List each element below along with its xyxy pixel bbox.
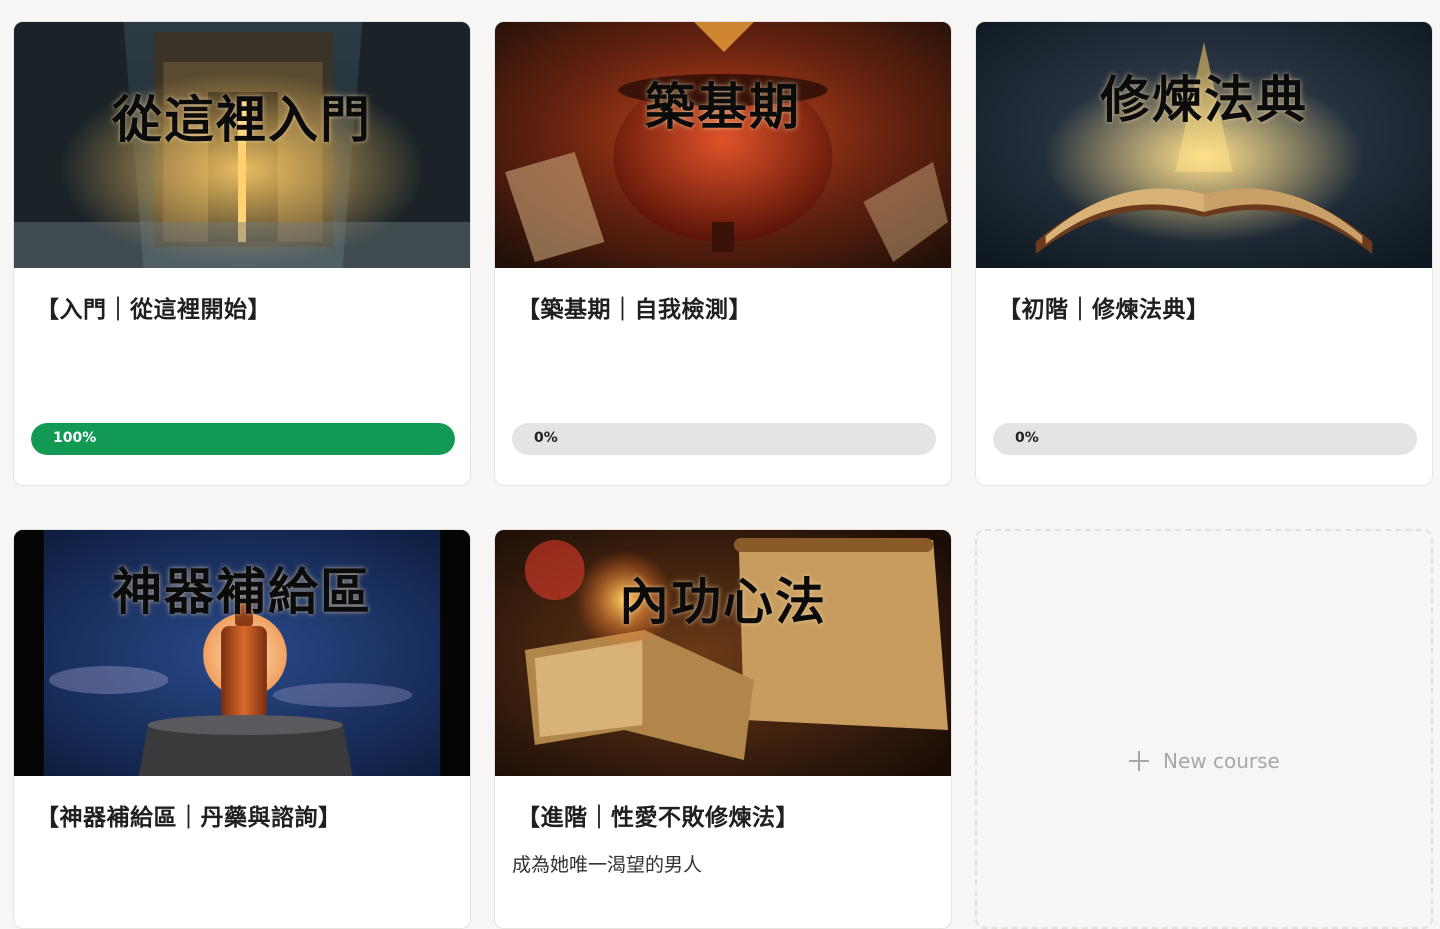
course-grid: 從這裡入門 【入門｜從這裡開始】 100% 築基期 【築基期｜自我檢測】 0% … bbox=[0, 0, 1440, 929]
course-progress-bar: 0% bbox=[993, 423, 1417, 455]
course-card-foundation[interactable]: 築基期 【築基期｜自我檢測】 0% bbox=[494, 21, 952, 486]
course-title[interactable]: 【初階｜修煉法典】 bbox=[998, 290, 1210, 324]
course-subtitle: 成為她唯一渴望的男人 bbox=[512, 854, 703, 876]
course-title[interactable]: 【神器補給區｜丹藥與諮詢】 bbox=[36, 798, 342, 832]
course-title[interactable]: 【入門｜從這裡開始】 bbox=[36, 290, 271, 324]
glowing-book-image: 修煉法典 bbox=[976, 22, 1432, 268]
progress-percent: 100% bbox=[53, 430, 97, 446]
progress-percent: 0% bbox=[534, 430, 558, 446]
course-banner-text: 築基期 bbox=[645, 77, 801, 136]
course-progress-bar: 100% bbox=[31, 423, 455, 455]
new-course-button[interactable]: New course bbox=[975, 529, 1433, 929]
course-card-cultivation-manual[interactable]: 修煉法典 【初階｜修煉法典】 0% bbox=[975, 21, 1433, 486]
temple-gate-image: 從這裡入門 bbox=[14, 22, 470, 268]
potion-bottle-image: 神器補給區 bbox=[14, 530, 470, 776]
flaming-cauldron-image: 築基期 bbox=[495, 22, 951, 268]
course-card-artifact-supply[interactable]: 神器補給區 【神器補給區｜丹藥與諮詢】 bbox=[13, 529, 471, 929]
course-banner-text: 修煉法典 bbox=[1100, 70, 1308, 129]
new-course-content: New course bbox=[1129, 749, 1280, 773]
course-card-intro[interactable]: 從這裡入門 【入門｜從這裡開始】 100% bbox=[13, 21, 471, 486]
course-title[interactable]: 【進階｜性愛不敗修煉法】 bbox=[517, 798, 799, 832]
course-progress-bar: 0% bbox=[512, 423, 936, 455]
course-banner-text: 從這裡入門 bbox=[112, 90, 372, 149]
new-course-label: New course bbox=[1163, 749, 1280, 773]
course-card-advanced[interactable]: 內功心法 【進階｜性愛不敗修煉法】 成為她唯一渴望的男人 bbox=[494, 529, 952, 929]
course-title[interactable]: 【築基期｜自我檢測】 bbox=[517, 290, 752, 324]
plus-icon bbox=[1129, 751, 1149, 771]
progress-percent: 0% bbox=[1015, 430, 1039, 446]
course-banner-text: 內功心法 bbox=[619, 572, 827, 631]
scroll-and-book-image: 內功心法 bbox=[495, 530, 951, 776]
course-banner-text: 神器補給區 bbox=[112, 562, 372, 621]
